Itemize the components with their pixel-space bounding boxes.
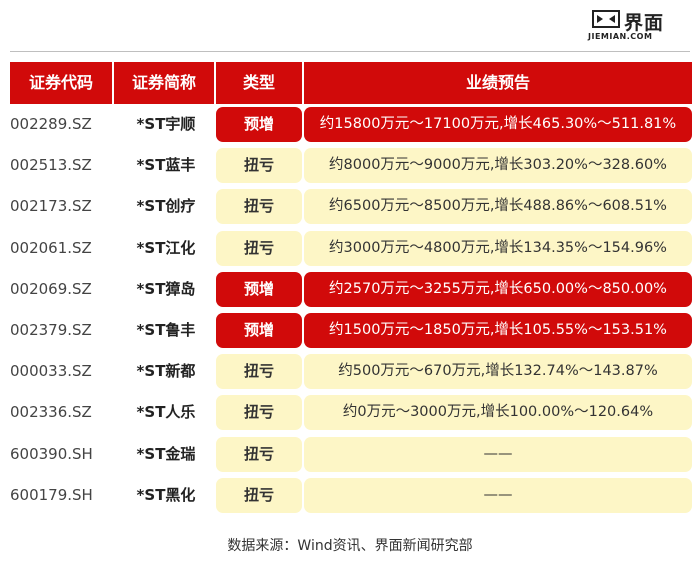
forecast-cell: 约0万元～3000万元,增长100.00%～120.64% — [304, 395, 692, 431]
type-badge: 扭亏 — [216, 436, 302, 472]
type-badge: 扭亏 — [216, 148, 302, 184]
stock-name: *ST黑化 — [136, 485, 196, 504]
stock-name: *ST创疗 — [136, 197, 196, 216]
stock-code: 600390.SH — [10, 444, 93, 463]
header-divider — [10, 51, 690, 52]
forecast-cell: 约2570万元～3255万元,增长650.00%～850.00% — [304, 271, 692, 307]
type-badge: 扭亏 — [216, 354, 302, 390]
stock-name: *ST江化 — [136, 238, 196, 257]
forecast-cell: —— — [304, 436, 692, 472]
stock-code: 002289.SZ — [10, 115, 92, 133]
table-row: 002289.SZ *ST宇顺 预增 约15800万元～17100万元,增长46… — [10, 104, 692, 145]
stock-code: 600179.SH — [10, 485, 93, 504]
table-row: 600179.SH *ST黑化 扭亏 —— — [10, 475, 692, 516]
table-row: 002379.SZ *ST鲁丰 预增 约1500万元～1850万元,增长105.… — [10, 310, 692, 351]
forecast-cell: 约6500万元～8500万元,增长488.86%～608.51% — [304, 189, 692, 225]
type-badge: 扭亏 — [216, 477, 302, 513]
forecast-table: 证券代码 证券简称 类型 业绩预告 002289.SZ *ST宇顺 预增 约15… — [10, 62, 692, 516]
stock-code: 002173.SZ — [10, 197, 92, 216]
stock-code: 002513.SZ — [10, 156, 92, 175]
jiemian-logo-icon — [592, 10, 620, 28]
stock-name: *ST獐岛 — [136, 279, 196, 298]
header-name: 证券简称 — [114, 62, 214, 104]
table-row: 002061.SZ *ST江化 扭亏 约3000万元～4800万元,增长134.… — [10, 228, 692, 269]
brand-name: 界面 — [624, 12, 665, 34]
forecast-cell: 约15800万元～17100万元,增长465.30%～511.81% — [304, 107, 692, 142]
table-row: 002173.SZ *ST创疗 扭亏 约6500万元～8500万元,增长488.… — [10, 186, 692, 227]
table-header: 证券代码 证券简称 类型 业绩预告 — [10, 62, 692, 104]
stock-code: 002069.SZ — [10, 279, 92, 298]
stock-name: *ST人乐 — [136, 403, 196, 422]
forecast-cell: —— — [304, 477, 692, 513]
forecast-cell: 约8000万元～9000万元,增长303.20%～328.60% — [304, 148, 692, 184]
type-badge: 预增 — [216, 312, 302, 348]
type-badge: 扭亏 — [216, 230, 302, 266]
header-forecast: 业绩预告 — [304, 62, 692, 104]
stock-name: *ST鲁丰 — [136, 320, 196, 339]
table-row: 600390.SH *ST金瑞 扭亏 —— — [10, 434, 692, 475]
source-note: 数据来源：Wind资讯、界面新闻研究部 — [227, 538, 473, 554]
brand-logo: 界面 JIEMIAN.COM — [588, 6, 688, 46]
table-row: 002513.SZ *ST蓝丰 扭亏 约8000万元～9000万元,增长303.… — [10, 145, 692, 186]
header-type: 类型 — [216, 62, 302, 104]
stock-code: 002336.SZ — [10, 403, 92, 422]
table-row: 002069.SZ *ST獐岛 预增 约2570万元～3255万元,增长650.… — [10, 269, 692, 310]
brand-domain: JIEMIAN.COM — [588, 32, 653, 41]
type-badge: 扭亏 — [216, 189, 302, 225]
stock-code: 002379.SZ — [10, 320, 92, 339]
stock-code: 000033.SZ — [10, 362, 92, 381]
stock-code: 002061.SZ — [10, 238, 92, 257]
forecast-cell: 约1500万元～1850万元,增长105.55%～153.51% — [304, 312, 692, 348]
table-row: 000033.SZ *ST新都 扭亏 约500万元～670万元,增长132.74… — [10, 351, 692, 392]
forecast-cell: 约3000万元～4800万元,增长134.35%～154.96% — [304, 230, 692, 266]
forecast-cell: 约500万元～670万元,增长132.74%～143.87% — [304, 354, 692, 390]
stock-name: *ST金瑞 — [136, 444, 196, 463]
type-badge: 预增 — [216, 107, 302, 142]
stock-name: *ST蓝丰 — [136, 156, 196, 175]
type-badge: 扭亏 — [216, 395, 302, 431]
header-code: 证券代码 — [10, 62, 112, 104]
type-badge: 预增 — [216, 271, 302, 307]
stock-name: *ST新都 — [136, 362, 196, 381]
stock-name: *ST宇顺 — [136, 115, 196, 133]
table-row: 002336.SZ *ST人乐 扭亏 约0万元～3000万元,增长100.00%… — [10, 392, 692, 433]
